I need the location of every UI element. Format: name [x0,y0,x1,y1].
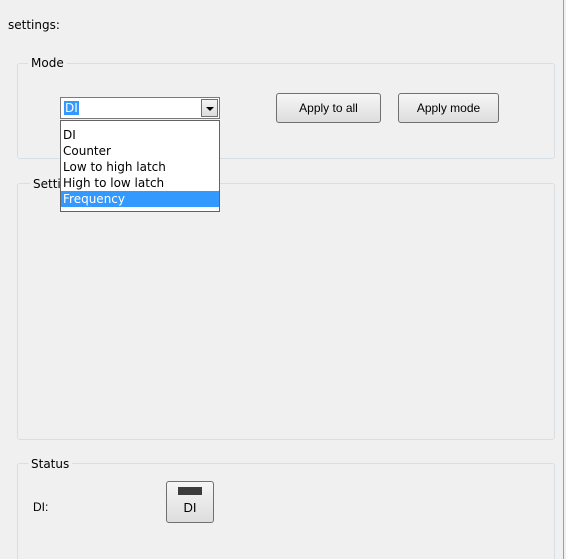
settings-groupbox: Setti [17,177,555,440]
chevron-down-icon[interactable] [201,99,218,117]
settings-header-label: settings: [8,18,60,32]
di-status-label: DI: [33,500,49,514]
dropdown-option-high-to-low-latch[interactable]: High to low latch [61,175,219,191]
status-groupbox-title: Status [28,457,73,471]
status-groupbox: Status [17,457,555,559]
mode-combobox[interactable]: DI [60,97,220,119]
mode-combobox-value: DI [64,101,79,115]
apply-mode-button[interactable]: Apply mode [398,93,499,123]
dropdown-option-low-to-high-latch[interactable]: Low to high latch [61,159,219,175]
dropdown-option-di[interactable]: DI [61,127,219,143]
settings-groupbox-title: Setti [30,177,64,191]
mode-groupbox-title: Mode [28,56,67,70]
apply-to-all-button[interactable]: Apply to all [276,93,381,123]
dropdown-option-frequency[interactable]: Frequency [61,191,219,207]
mode-dropdown-list: DI Counter Low to high latch High to low… [60,120,220,212]
di-led-indicator [178,487,202,495]
di-indicator-button[interactable]: DI [166,481,214,523]
window-right-border [563,0,564,559]
dropdown-option-counter[interactable]: Counter [61,143,219,159]
di-indicator-label: DI [183,500,197,515]
